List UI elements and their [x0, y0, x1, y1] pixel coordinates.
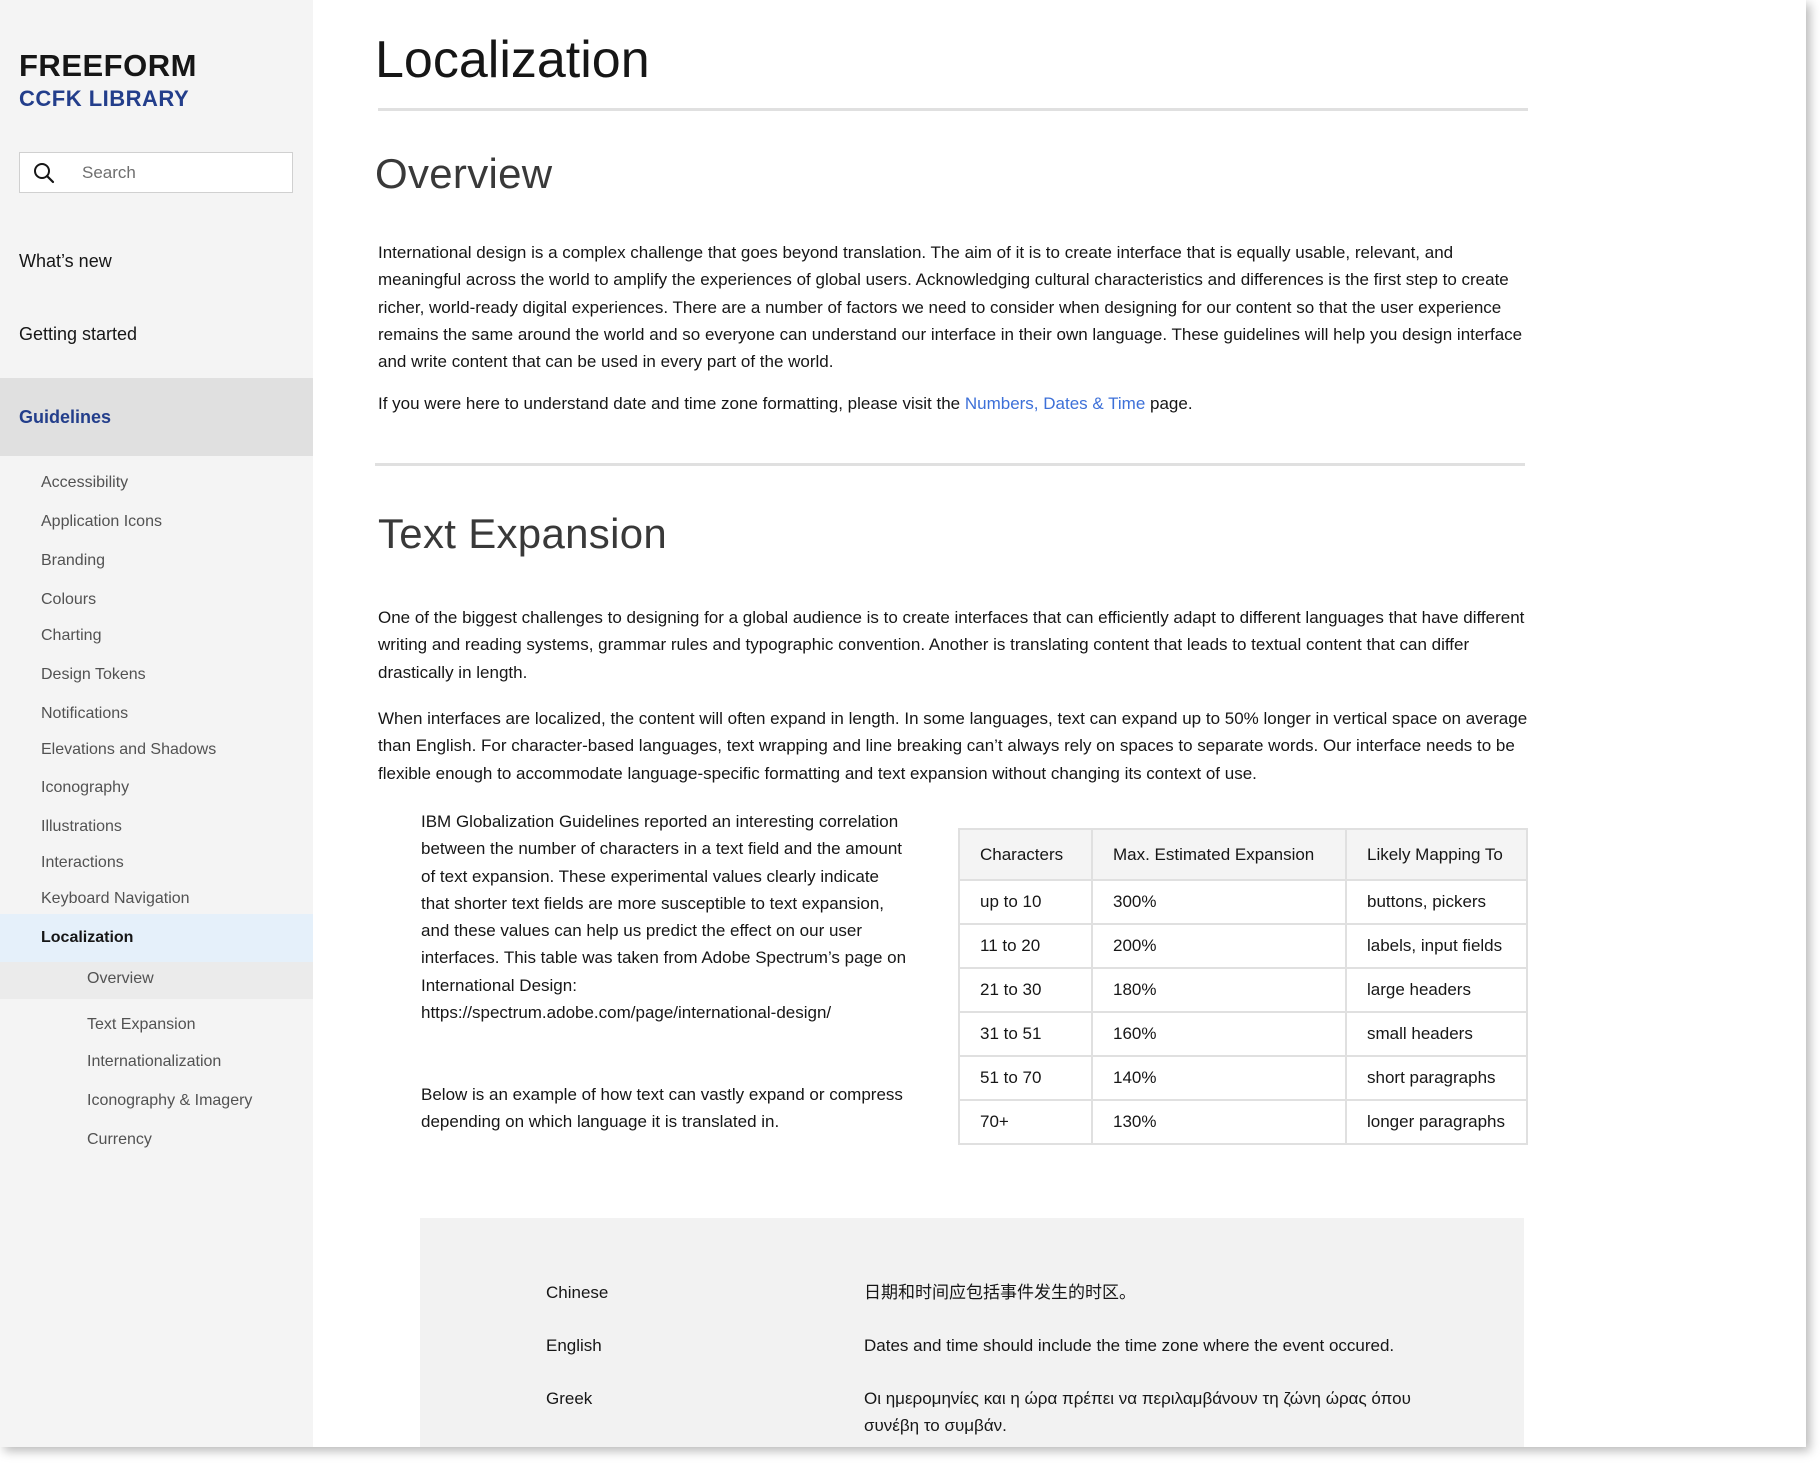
search-box: [19, 152, 293, 193]
title-divider: [378, 108, 1528, 111]
table-row: 70+ 130% longer paragraphs: [958, 1099, 1528, 1145]
brand-title: FREEFORM: [19, 48, 197, 83]
nav-design-tokens[interactable]: Design Tokens: [41, 666, 146, 684]
table-row: up to 10 300% buttons, pickers: [958, 879, 1528, 925]
table-cell: labels, input fields: [1345, 923, 1528, 969]
nav-sub-iconography-imagery[interactable]: Iconography & Imagery: [87, 1092, 252, 1110]
text-expansion-heading: Text Expansion: [378, 510, 668, 557]
language-text: Dates and time should include the time z…: [864, 1336, 1395, 1355]
table-cell: 130%: [1091, 1099, 1347, 1145]
language-examples: Chinese 日期和时间应包括事件发生的时区。 English Dates a…: [420, 1218, 1524, 1447]
nav-notifications[interactable]: Notifications: [41, 705, 128, 723]
nav-sub-text-expansion[interactable]: Text Expansion: [87, 1016, 196, 1034]
brand-subtitle: CCFK LIBRARY: [19, 86, 190, 111]
table-cell: longer paragraphs: [1345, 1099, 1528, 1145]
table-cell: 70+: [958, 1099, 1093, 1145]
table-row: 51 to 70 140% short paragraphs: [958, 1055, 1528, 1101]
overview-heading: Overview: [375, 150, 553, 197]
table-header: Max. Estimated Expansion: [1091, 828, 1347, 881]
table-row: 31 to 51 160% small headers: [958, 1011, 1528, 1057]
nav-overview-highlight: [0, 962, 313, 999]
table-cell: short paragraphs: [1345, 1055, 1528, 1101]
table-header: Characters: [958, 828, 1093, 881]
table-cell: 160%: [1091, 1011, 1347, 1057]
text-expansion-paragraph-1: One of the biggest challenges to designi…: [378, 608, 1525, 682]
nav-guidelines[interactable]: Guidelines: [0, 378, 313, 456]
brand-logo[interactable]: FREEFORM CCFK LIBRARY: [19, 48, 197, 112]
table-row: 11 to 20 200% labels, input fields: [958, 923, 1528, 969]
nav-charting[interactable]: Charting: [41, 627, 101, 645]
overview-paragraph: International design is a complex challe…: [378, 243, 1523, 372]
table-row: 21 to 30 180% large headers: [958, 967, 1528, 1013]
language-name: Chinese: [546, 1283, 609, 1302]
table-cell: 140%: [1091, 1055, 1347, 1101]
ibm-guidelines-paragraph: IBM Globalization Guidelines reported an…: [421, 812, 907, 1023]
page-title: Localization: [375, 31, 650, 89]
table-cell: buttons, pickers: [1345, 879, 1528, 925]
visit-prefix: If you were here to understand date and …: [378, 394, 965, 413]
nav-accessibility[interactable]: Accessibility: [41, 474, 128, 492]
visit-suffix: page.: [1145, 394, 1193, 413]
nav-getting-started[interactable]: Getting started: [19, 324, 137, 345]
main-content: Localization Overview International desi…: [313, 0, 1806, 1447]
table-cell: 180%: [1091, 967, 1347, 1013]
table-cell: 51 to 70: [958, 1055, 1093, 1101]
nav-sub-currency[interactable]: Currency: [87, 1131, 152, 1149]
nav-sub-overview[interactable]: Overview: [87, 970, 154, 988]
table-cell: small headers: [1345, 1011, 1528, 1057]
section-divider: [375, 463, 1525, 466]
language-name: Greek: [546, 1389, 593, 1408]
sidebar: FREEFORM CCFK LIBRARY What’s new Getting…: [0, 0, 313, 1447]
nav-iconography[interactable]: Iconography: [41, 779, 129, 797]
nav-sub-internationalization[interactable]: Internationalization: [87, 1053, 221, 1071]
example-intro-paragraph: Below is an example of how text can vast…: [421, 1085, 903, 1132]
nav-keyboard-navigation[interactable]: Keyboard Navigation: [41, 890, 190, 908]
nav-application-icons[interactable]: Application Icons: [41, 513, 162, 531]
nav-elevations-and-shadows[interactable]: Elevations and Shadows: [41, 741, 216, 759]
language-text: Οι ημερομηνίες και η ώρα πρέπει να περιλ…: [864, 1389, 1411, 1436]
table-cell: 300%: [1091, 879, 1347, 925]
table-cell: 200%: [1091, 923, 1347, 969]
numbers-dates-time-link[interactable]: Numbers, Dates & Time: [965, 394, 1145, 413]
nav-illustrations[interactable]: Illustrations: [41, 818, 122, 836]
table-cell: 21 to 30: [958, 967, 1093, 1013]
language-text: 日期和时间应包括事件发生的时区。: [864, 1283, 1136, 1302]
table-header-row: Characters Max. Estimated Expansion Like…: [958, 828, 1528, 881]
table-cell: large headers: [1345, 967, 1528, 1013]
visit-paragraph: If you were here to understand date and …: [378, 390, 1528, 417]
nav-branding[interactable]: Branding: [41, 552, 105, 570]
browser-frame: FREEFORM CCFK LIBRARY What’s new Getting…: [0, 0, 1806, 1447]
text-expansion-paragraph-2: When interfaces are localized, the conte…: [378, 709, 1528, 783]
nav-localization[interactable]: Localization: [0, 914, 313, 962]
search-icon: [20, 153, 68, 192]
nav-interactions[interactable]: Interactions: [41, 854, 124, 872]
table-cell: 31 to 51: [958, 1011, 1093, 1057]
expansion-table: Characters Max. Estimated Expansion Like…: [958, 828, 1528, 1145]
language-name: English: [546, 1336, 602, 1355]
search-input[interactable]: [68, 153, 288, 192]
table-cell: 11 to 20: [958, 923, 1093, 969]
table-header: Likely Mapping To: [1345, 828, 1528, 881]
nav-whats-new[interactable]: What’s new: [19, 251, 112, 272]
table-cell: up to 10: [958, 879, 1093, 925]
nav-colours[interactable]: Colours: [41, 591, 96, 609]
